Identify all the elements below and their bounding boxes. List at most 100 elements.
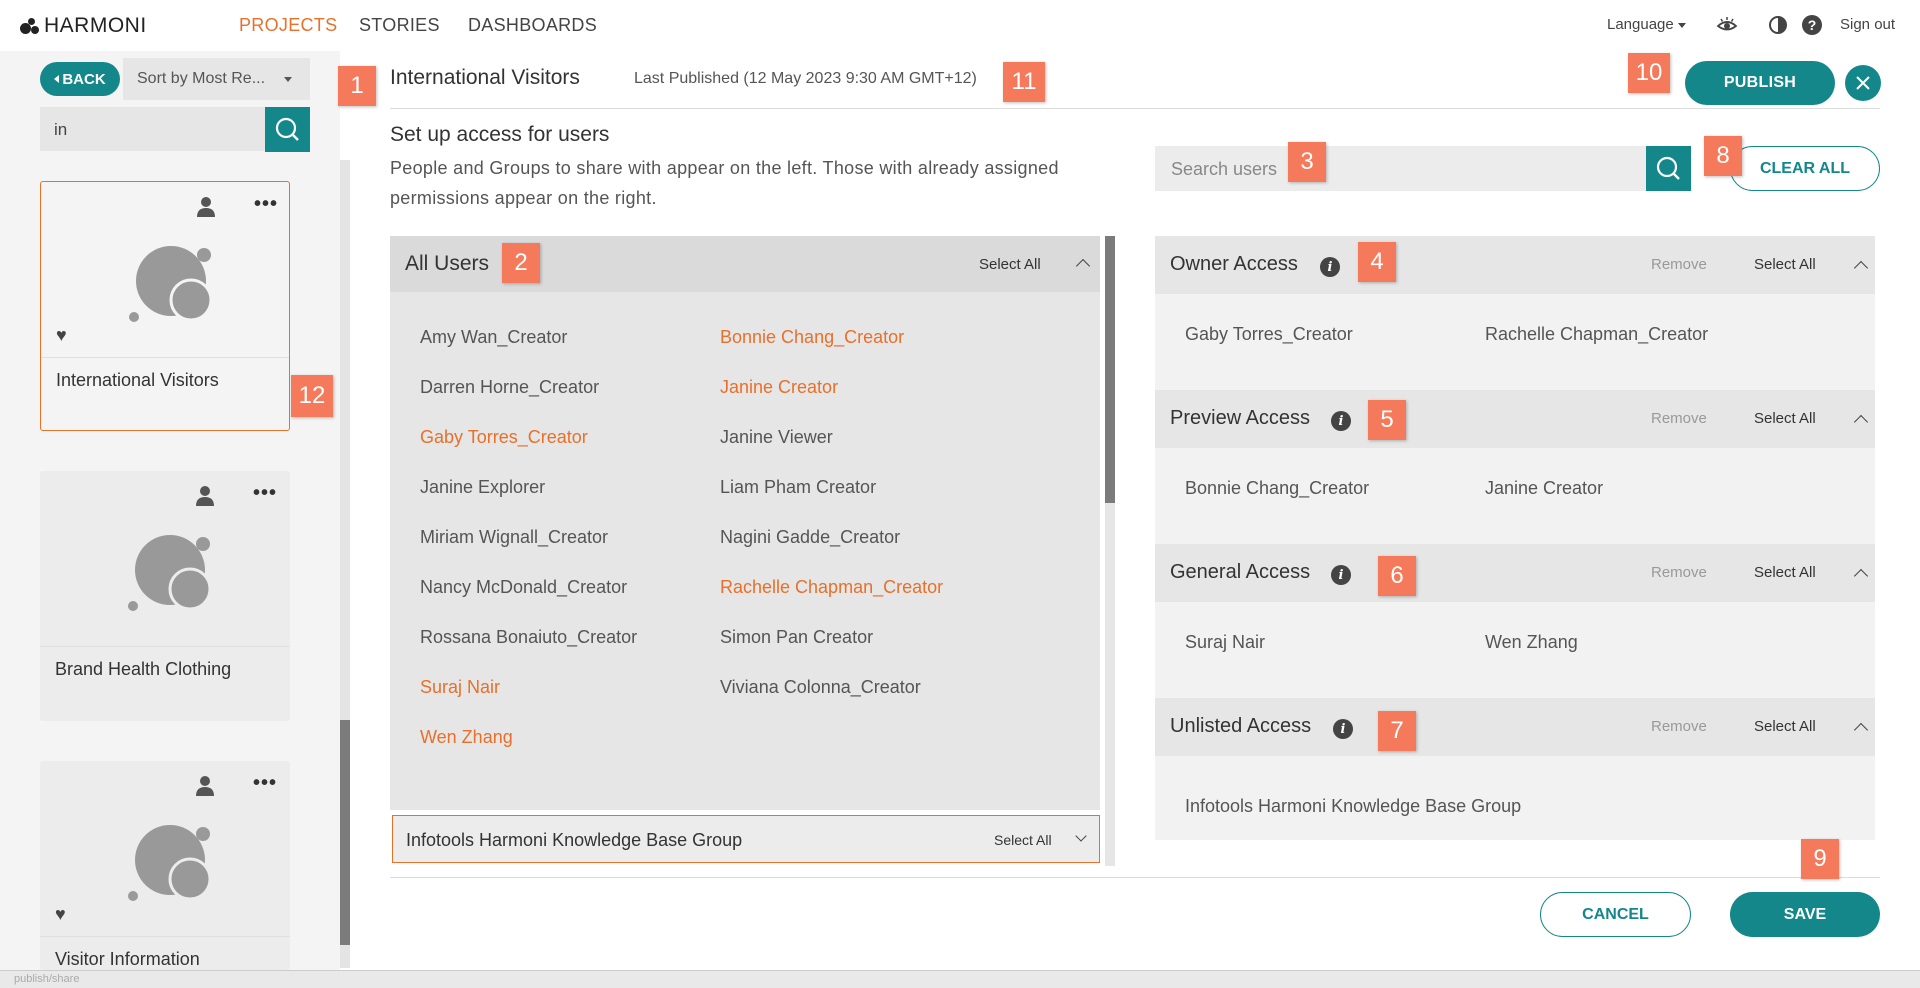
assigned-user[interactable]: Suraj Nair [1185,632,1265,653]
remove-button[interactable]: Remove [1651,256,1707,273]
card-title: Visitor Information [55,949,200,969]
user-item[interactable]: Janine Viewer [720,427,833,448]
user-item[interactable]: Wen Zhang [420,727,513,748]
sidebar-search-button[interactable] [265,107,310,152]
unlisted-access-list: Infotools Harmoni Knowledge Base Group [1155,756,1875,840]
save-button[interactable]: SAVE [1730,892,1880,937]
annotation-badge: 7 [1378,711,1416,751]
annotation-badge: 9 [1801,839,1839,879]
person-icon [196,486,214,506]
language-label: Language [1607,16,1674,33]
assigned-user[interactable]: Janine Creator [1485,478,1603,499]
contrast-icon[interactable] [1768,15,1788,35]
favorite-heart-icon[interactable]: ♥ [56,325,67,346]
language-dropdown[interactable]: Language [1607,16,1686,33]
back-arrow-icon [54,75,60,83]
close-button[interactable] [1845,65,1881,101]
annotation-badge: 11 [1003,62,1045,102]
chevron-up-icon[interactable] [1853,260,1869,276]
cancel-button[interactable]: CANCEL [1540,892,1691,937]
select-all-button[interactable]: Select All [1754,564,1816,581]
user-item[interactable]: Suraj Nair [420,677,500,698]
search-users-button[interactable] [1646,146,1691,191]
help-icon[interactable]: ? [1802,15,1822,35]
select-all-button[interactable]: Select All [979,256,1041,273]
project-card[interactable]: ••• Brand Health Clothing [40,471,290,721]
user-item[interactable]: Nancy McDonald_Creator [420,577,627,598]
publish-button[interactable]: PUBLISH [1685,61,1835,105]
user-item[interactable]: Gaby Torres_Creator [420,427,588,448]
chevron-up-icon[interactable] [1075,258,1091,274]
group-select-all-button[interactable]: Select All [994,832,1052,848]
chevron-down-icon [284,77,292,82]
search-users-input[interactable]: Search users [1155,146,1646,191]
back-button[interactable]: BACK [40,62,120,96]
user-item[interactable]: Bonnie Chang_Creator [720,327,904,348]
status-bar: publish/share [0,970,1920,988]
chevron-up-icon[interactable] [1853,722,1869,738]
sign-out-link[interactable]: Sign out [1840,16,1895,33]
remove-button[interactable]: Remove [1651,410,1707,427]
annotation-badge: 10 [1628,53,1670,93]
select-all-button[interactable]: Select All [1754,256,1816,273]
user-item[interactable]: Darren Horne_Creator [420,377,599,398]
annotation-badge: 4 [1358,242,1396,282]
info-icon[interactable]: i [1333,719,1353,739]
sort-dropdown[interactable]: Sort by Most Re... [123,58,310,100]
info-icon[interactable]: i [1320,257,1340,277]
preview-eye-icon[interactable] [1716,15,1738,35]
remove-button[interactable]: Remove [1651,564,1707,581]
more-options-icon[interactable]: ••• [253,482,277,505]
card-thumbnail: ••• ♥ [40,761,290,936]
chevron-down-icon[interactable] [1075,830,1087,842]
user-item[interactable]: Simon Pan Creator [720,627,873,648]
card-thumbnail: ••• ♥ [41,182,289,357]
user-item[interactable]: Liam Pham Creator [720,477,876,498]
user-item[interactable]: Viviana Colonna_Creator [720,677,921,698]
chevron-up-icon[interactable] [1853,568,1869,584]
all-users-header: All Users Select All [390,236,1100,292]
remove-button[interactable]: Remove [1651,718,1707,735]
nav-dashboards[interactable]: DASHBOARDS [468,15,597,36]
users-scrollbar-thumb[interactable] [1105,236,1115,503]
assigned-user[interactable]: Wen Zhang [1485,632,1578,653]
user-item[interactable]: Nagini Gadde_Creator [720,527,900,548]
harmoni-logo[interactable]: HARMONI [20,14,147,38]
chevron-up-icon[interactable] [1853,414,1869,430]
sidebar-search-input[interactable]: in [40,107,265,151]
assigned-user[interactable]: Rachelle Chapman_Creator [1485,324,1708,345]
general-access-list: Suraj Nair Wen Zhang [1155,602,1875,698]
assigned-user[interactable]: Bonnie Chang_Creator [1185,478,1369,499]
preview-access-header: Preview Access i Remove Select All [1155,390,1875,448]
project-card[interactable]: ••• ♥ International Visitors [40,181,290,431]
annotation-badge: 2 [502,243,540,283]
more-options-icon[interactable]: ••• [254,193,278,216]
annotation-badge: 3 [1288,142,1326,182]
assigned-user[interactable]: Gaby Torres_Creator [1185,324,1353,345]
card-title: International Visitors [56,370,219,390]
favorite-heart-icon[interactable]: ♥ [55,904,66,925]
logo-icon [20,17,42,35]
nav-projects[interactable]: PROJECTS [239,15,337,36]
user-item[interactable]: Rachelle Chapman_Creator [720,577,943,598]
page-title: International Visitors [390,66,580,89]
select-all-button[interactable]: Select All [1754,718,1816,735]
info-icon[interactable]: i [1331,565,1351,585]
info-icon[interactable]: i [1331,411,1351,431]
user-item[interactable]: Janine Creator [720,377,838,398]
access-title: Preview Access [1170,407,1311,429]
clear-all-button[interactable]: CLEAR ALL [1730,146,1880,191]
more-options-icon[interactable]: ••• [253,772,277,795]
project-card[interactable]: ••• ♥ Visitor Information [40,761,290,970]
user-item[interactable]: Janine Explorer [420,477,545,498]
user-item[interactable]: Miriam Wignall_Creator [420,527,608,548]
section-title: Set up access for users [390,123,610,146]
person-icon [197,197,215,217]
sidebar-scrollbar-thumb[interactable] [340,720,350,945]
assigned-user[interactable]: Infotools Harmoni Knowledge Base Group [1185,796,1521,817]
nav-stories[interactable]: STORIES [359,15,440,36]
select-all-button[interactable]: Select All [1754,410,1816,427]
group-row[interactable]: Infotools Harmoni Knowledge Base Group S… [392,815,1100,863]
user-item[interactable]: Rossana Bonaiuto_Creator [420,627,637,648]
user-item[interactable]: Amy Wan_Creator [420,327,567,348]
